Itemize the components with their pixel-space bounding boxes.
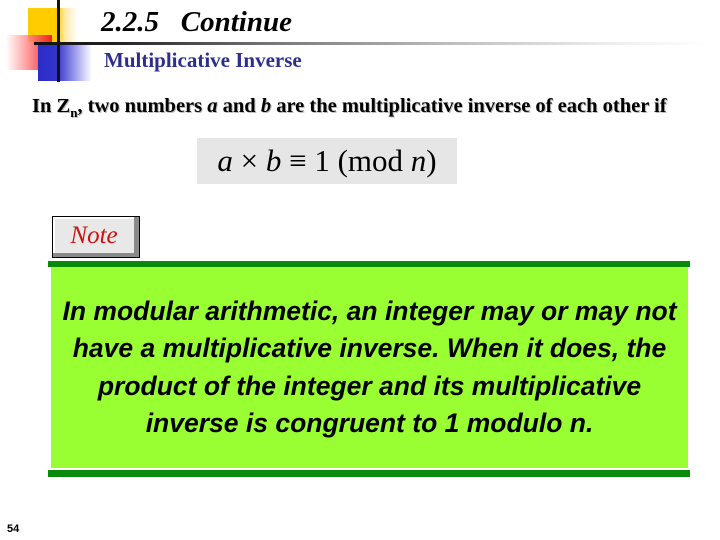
note-box: In modular arithmetic, an integer may or… — [51, 267, 688, 468]
formula-equiv: ≡ 1 (mod — [281, 143, 411, 178]
definition-part: , two numbers — [77, 95, 208, 117]
congruence-formula: a × b ≡ 1 (mod n) — [197, 138, 457, 184]
formula-a: a — [217, 143, 233, 178]
slide-title: 2.2.5 Continue — [101, 6, 292, 38]
definition-part: and — [217, 95, 261, 117]
variable-b: b — [260, 95, 272, 117]
slide-logo-decoration — [0, 0, 100, 90]
page-number: 54 — [7, 523, 20, 535]
slide-subtitle: Multiplicative Inverse — [104, 48, 302, 72]
formula-n: n — [410, 143, 427, 178]
note-label-box: Note — [52, 216, 140, 258]
variable-a: a — [207, 95, 218, 117]
note-text: In modular arithmetic, an integer may or… — [62, 295, 677, 439]
definition-text: In Zn, two numbers a and b are the multi… — [32, 92, 682, 121]
definition-part: are the multiplicative inverse of each o… — [271, 95, 667, 117]
formula-close: ) — [426, 143, 437, 178]
note-bottom-border — [48, 470, 690, 477]
note-label: Note — [70, 222, 118, 249]
title-divider — [34, 42, 714, 45]
blue-square-decoration — [38, 44, 92, 81]
formula-times: × — [232, 143, 266, 178]
definition-prefix: In Z — [32, 95, 71, 117]
vertical-rule — [57, 0, 60, 82]
formula-b: b — [265, 143, 282, 178]
